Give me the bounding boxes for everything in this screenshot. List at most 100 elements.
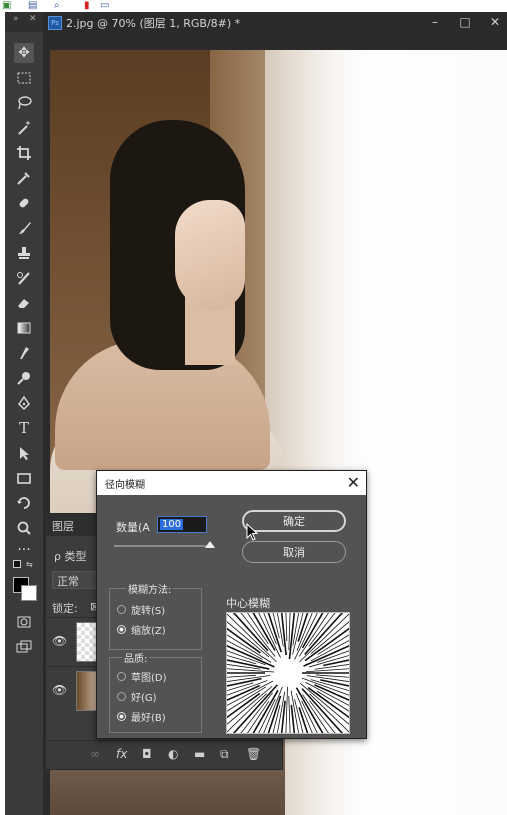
lock-icon[interactable]: ▮ — [84, 0, 95, 11]
move-tool-icon[interactable]: ✥ — [14, 43, 34, 63]
method-zoom-label: 缩放(Z) — [131, 626, 166, 637]
healing-brush-tool-icon[interactable] — [14, 193, 34, 213]
tools-panel-header: » ✕ — [5, 12, 43, 32]
cancel-button[interactable]: 取消 — [242, 541, 346, 563]
zoom-line — [288, 695, 292, 763]
top-strip: ▣ ▤ ⌕ ▮ ▭ — [0, 0, 507, 12]
window-icon[interactable]: ▭ — [100, 0, 111, 11]
zoom-line — [299, 610, 354, 663]
zoom-line — [297, 587, 317, 642]
method-spin-option[interactable]: 旋转(S) — [117, 602, 165, 617]
layers-panel-footer: ∞ fx ◘ ◐ ▬ ⧉ 🗑 — [46, 740, 282, 769]
crop-tool-icon[interactable] — [14, 143, 34, 163]
close-icon[interactable]: ✕ — [29, 14, 37, 24]
magic-wand-tool-icon[interactable] — [14, 118, 34, 138]
open-icon[interactable]: ▤ — [28, 0, 39, 11]
zoom-line — [295, 693, 323, 757]
collapse-icon[interactable]: » — [13, 14, 19, 24]
adjustment-layer-icon[interactable]: ◐ — [168, 747, 178, 761]
close-window-button[interactable]: ✕ — [483, 14, 507, 30]
blur-method-group: 模糊方法: 旋转(S) 缩放(Z) — [109, 581, 202, 650]
rectangle-tool-icon[interactable] — [14, 468, 34, 488]
clone-stamp-tool-icon[interactable] — [14, 243, 34, 263]
amount-input[interactable]: 100 — [157, 516, 207, 533]
radio-draft[interactable] — [117, 672, 126, 681]
zoom-lines-pattern — [198, 583, 378, 763]
radio-best[interactable] — [117, 712, 126, 721]
marquee-tool-icon[interactable] — [14, 68, 34, 88]
zoom-line — [248, 698, 276, 755]
document-tab[interactable]: Ps 2.jpg @ 70% (图层 1, RGB/8#) * — [48, 14, 240, 32]
brush-tool-icon[interactable] — [14, 218, 34, 238]
amount-value: 100 — [160, 519, 184, 530]
method-zoom-option[interactable]: 缩放(Z) — [117, 622, 166, 637]
photoshop-window: » ✕ ✥ T ··· ⇆ Ps 2.jpg @ 70% (图层 1, RGB/… — [5, 12, 507, 815]
ps-file-icon: Ps — [48, 16, 62, 30]
dialog-titlebar: 径向模糊 ✕ — [97, 471, 366, 495]
mouse-cursor-icon — [246, 523, 258, 541]
document-tab-bar: Ps 2.jpg @ 70% (图层 1, RGB/8#) * – □ ✕ — [43, 12, 507, 34]
delete-layer-icon[interactable]: 🗑 — [246, 747, 261, 761]
blur-method-legend: 模糊方法: — [126, 581, 174, 596]
zoom-line — [284, 583, 288, 642]
maximize-button[interactable]: □ — [453, 14, 477, 30]
zoom-line — [315, 674, 378, 680]
blur-center-preview[interactable] — [198, 583, 378, 763]
zoom-line — [208, 630, 263, 660]
new-group-icon[interactable]: ▬ — [194, 747, 205, 761]
radio-spin[interactable] — [117, 605, 126, 614]
zoom-line — [198, 674, 257, 680]
background-color-swatch[interactable] — [21, 585, 37, 601]
screen-mode-icon[interactable] — [14, 637, 34, 657]
radio-zoom[interactable] — [117, 625, 126, 634]
add-mask-icon[interactable]: ◘ — [142, 747, 152, 761]
new-doc-icon[interactable]: ▣ — [2, 0, 13, 11]
quality-legend: 品质: — [122, 650, 150, 665]
new-layer-icon[interactable]: ⧉ — [220, 747, 229, 762]
eyedropper-tool-icon[interactable] — [14, 168, 34, 188]
dialog-title: 径向模糊 — [105, 480, 145, 491]
minimize-button[interactable]: – — [423, 14, 447, 30]
zoom-line — [284, 686, 288, 763]
tools-panel: » ✕ ✥ T ··· ⇆ — [5, 12, 43, 815]
quality-draft-label: 草图(D) — [131, 673, 167, 684]
zoom-line — [222, 610, 277, 663]
eraser-tool-icon[interactable] — [14, 293, 34, 313]
blend-mode-value: 正常 — [57, 575, 79, 588]
amount-slider-handle[interactable] — [205, 541, 215, 548]
quality-draft-option[interactable]: 草图(D) — [117, 669, 167, 684]
quick-mask-icon[interactable] — [14, 612, 34, 632]
blur-center-label: 中心模糊 — [226, 597, 270, 610]
smudge-tool-icon[interactable] — [14, 343, 34, 363]
radial-blur-dialog: 径向模糊 ✕ 数量(A 100 确定 取消 模糊方法: 旋转(S) 缩放(Z) … — [96, 470, 378, 763]
gradient-tool-icon[interactable] — [14, 318, 34, 338]
visibility-eye-icon[interactable]: 👁 — [52, 634, 67, 648]
layer-filter-kind[interactable]: ρ 类型 — [54, 548, 86, 564]
more-tools-icon[interactable]: ··· — [14, 540, 34, 560]
method-spin-label: 旋转(S) — [131, 606, 166, 617]
default-colors-icon[interactable]: ⇆ — [13, 560, 35, 572]
zoom-tool-icon[interactable] — [14, 518, 34, 538]
lock-label: 锁定: — [52, 602, 78, 615]
amount-label: 数量(A — [116, 521, 150, 534]
radio-good[interactable] — [117, 692, 126, 701]
quality-group: 品质: 草图(D) 好(G) 最好(B) — [109, 650, 202, 733]
tab-layers[interactable]: 图层 — [52, 518, 74, 534]
link-layers-icon[interactable]: ∞ — [90, 747, 100, 761]
pen-tool-icon[interactable] — [14, 393, 34, 413]
amount-slider[interactable] — [114, 545, 214, 547]
history-brush-tool-icon[interactable] — [14, 268, 34, 288]
dodge-tool-icon[interactable] — [14, 368, 34, 388]
quality-best-option[interactable]: 最好(B) — [117, 709, 166, 724]
quality-good-label: 好(G) — [131, 693, 157, 704]
rotate-view-tool-icon[interactable] — [14, 493, 34, 513]
lasso-tool-icon[interactable] — [14, 93, 34, 113]
path-selection-tool-icon[interactable] — [14, 443, 34, 463]
dialog-close-icon[interactable]: ✕ — [347, 473, 360, 492]
search-icon[interactable]: ⌕ — [54, 0, 65, 11]
visibility-eye-icon[interactable]: 👁 — [52, 683, 67, 697]
fx-icon[interactable]: fx — [116, 747, 127, 761]
zoom-line — [295, 687, 334, 752]
type-tool-icon[interactable]: T — [14, 418, 34, 438]
quality-good-option[interactable]: 好(G) — [117, 689, 157, 704]
